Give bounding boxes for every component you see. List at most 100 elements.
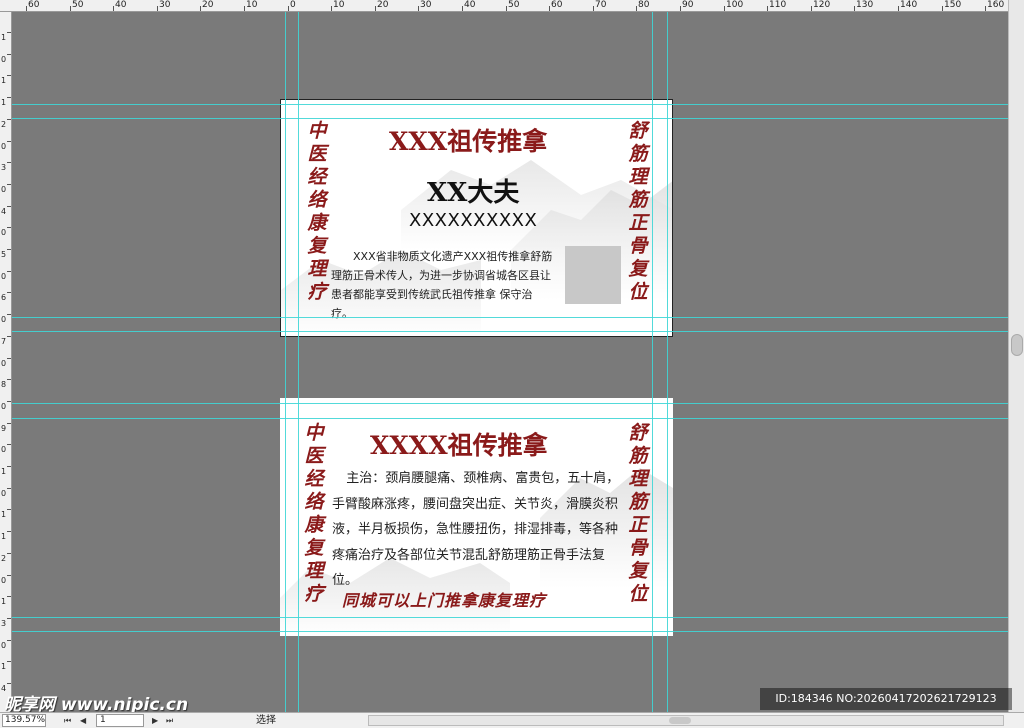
ruler-label: 140 xyxy=(900,0,918,10)
ruler-tick xyxy=(7,640,11,641)
ruler-label: 150 xyxy=(944,0,962,10)
doctor-name: XX大夫 xyxy=(427,178,520,208)
vertical-guide[interactable] xyxy=(652,12,653,712)
ruler-tick xyxy=(7,184,11,185)
ruler-tick xyxy=(549,6,550,11)
ruler-label: 50 xyxy=(508,0,520,10)
ruler-tick xyxy=(636,6,637,11)
ruler-label: 0 xyxy=(1,445,7,454)
horizontal-guide[interactable] xyxy=(12,418,1008,419)
ruler-tick xyxy=(7,119,11,120)
scrollbar-thumb[interactable] xyxy=(669,717,691,724)
ruler-tick xyxy=(506,6,507,11)
ruler-label: 30 xyxy=(420,0,432,10)
scrollbar-thumb[interactable] xyxy=(1011,334,1023,356)
ruler-tick xyxy=(7,401,11,402)
left-vertical-slogan: 中医经络康复理疗 xyxy=(304,422,324,605)
ruler-label: 6 xyxy=(1,293,7,302)
ruler-label: 40 xyxy=(464,0,476,10)
vertical-guide[interactable] xyxy=(298,12,299,712)
business-card-back[interactable]: 中医经络康复理疗 舒筋理筋正骨复位 XXXX祖传推拿 主治：颈肩腰腿痛、颈椎病、… xyxy=(280,398,673,636)
ruler-label: 0 xyxy=(1,359,7,368)
first-page-icon[interactable]: ⏮ xyxy=(64,715,71,726)
left-vertical-slogan: 中医经络康复理疗 xyxy=(307,120,327,303)
ruler-label: 1 xyxy=(1,532,7,541)
ruler-label: 0 xyxy=(1,55,7,64)
horizontal-guide[interactable] xyxy=(12,331,1008,332)
ruler-tick xyxy=(7,227,11,228)
last-page-icon[interactable]: ⏭ xyxy=(166,715,173,726)
ruler-label: 60 xyxy=(28,0,40,10)
vertical-ruler[interactable]: 1011203040506070809010112013014 xyxy=(0,12,12,712)
ruler-tick xyxy=(7,162,11,163)
horizontal-guide[interactable] xyxy=(12,317,1008,318)
ruler-label: 0 xyxy=(1,272,7,281)
previous-page-icon[interactable]: ◀ xyxy=(80,715,86,726)
ruler-label: 160 xyxy=(987,0,1005,10)
ruler-tick xyxy=(7,32,11,33)
tool-status-text: 选择 xyxy=(256,715,276,726)
image-id-watermark: ID:184346 NO:20260417202621729123 xyxy=(760,688,1012,710)
ruler-label: 0 xyxy=(1,228,7,237)
ruler-label: 1 xyxy=(1,76,7,85)
horizontal-guide[interactable] xyxy=(12,617,1008,618)
next-page-icon[interactable]: ▶ xyxy=(152,715,158,726)
business-card-front[interactable]: 中医经络康复理疗 舒筋理筋正骨复位 XXX祖传推拿 XX大夫 XXXXXXXXX… xyxy=(280,99,673,337)
description-text: XXX省非物质文化遗产XXX祖传推拿舒筋理筋正骨术传人，为进一步协调省城各区县让… xyxy=(331,250,553,320)
horizontal-guide[interactable] xyxy=(12,403,1008,404)
vertical-scrollbar[interactable] xyxy=(1008,0,1024,712)
ruler-label: 1 xyxy=(1,98,7,107)
ruler-tick xyxy=(680,6,681,11)
ruler-tick xyxy=(375,6,376,11)
ruler-label: 0 xyxy=(1,576,7,585)
ruler-label: 3 xyxy=(1,619,7,628)
ruler-label: 7 xyxy=(1,337,7,346)
ruler-tick xyxy=(593,6,594,11)
ruler-tick xyxy=(811,6,812,11)
right-vertical-slogan: 舒筋理筋正骨复位 xyxy=(628,422,648,605)
ruler-tick xyxy=(767,6,768,11)
ruler-label: 8 xyxy=(1,380,7,389)
vertical-guide[interactable] xyxy=(285,12,286,712)
ruler-tick xyxy=(7,444,11,445)
ruler-label: 1 xyxy=(1,33,7,42)
ruler-tick xyxy=(7,54,11,55)
zoom-level-input[interactable]: 139.57% xyxy=(2,714,46,727)
ruler-tick xyxy=(7,596,11,597)
ruler-tick xyxy=(288,6,289,11)
ruler-label: 9 xyxy=(1,424,7,433)
ruler-label: 10 xyxy=(246,0,258,10)
horizontal-ruler[interactable]: 60 50 40 30 20 10 0 10 20 30 40 50 60 70 80 90 100 110 120… xyxy=(0,0,1008,12)
ruler-tick xyxy=(7,488,11,489)
ruler-tick xyxy=(7,379,11,380)
ruler-tick xyxy=(985,6,986,11)
ruler-label: 0 xyxy=(1,185,7,194)
ruler-tick xyxy=(7,292,11,293)
vertical-guide[interactable] xyxy=(667,12,668,712)
horizontal-guide[interactable] xyxy=(12,631,1008,632)
ruler-label: 2 xyxy=(1,120,7,129)
ruler-label: 1 xyxy=(1,467,7,476)
status-bar: 139.57% ⏮ ◀ 1 ▶ ⏭ 选择 xyxy=(0,712,1024,728)
ruler-tick xyxy=(462,6,463,11)
treatment-list: 主治：颈肩腰腿痛、颈椎病、富贵包，五十肩，手臂酸麻涨疼，腰间盘突出症、关节炎，滑… xyxy=(332,471,620,588)
ruler-label: 20 xyxy=(202,0,214,10)
ruler-tick xyxy=(7,206,11,207)
ruler-label: 40 xyxy=(115,0,127,10)
ruler-tick xyxy=(942,6,943,11)
horizontal-guide[interactable] xyxy=(12,118,1008,119)
horizontal-scrollbar[interactable] xyxy=(368,715,1004,726)
ruler-label: 20 xyxy=(377,0,389,10)
ruler-label: 120 xyxy=(813,0,831,10)
ruler-tick xyxy=(7,618,11,619)
card-title: XXXX祖传推拿 xyxy=(370,431,548,460)
ruler-tick xyxy=(244,6,245,11)
page-number-input[interactable]: 1 xyxy=(96,714,144,727)
ruler-tick xyxy=(113,6,114,11)
ruler-tick xyxy=(200,6,201,11)
ruler-label: 1 xyxy=(1,662,7,671)
ruler-label: 80 xyxy=(638,0,650,10)
ruler-label: 0 xyxy=(1,315,7,324)
horizontal-guide[interactable] xyxy=(12,104,1008,105)
ruler-tick xyxy=(7,466,11,467)
